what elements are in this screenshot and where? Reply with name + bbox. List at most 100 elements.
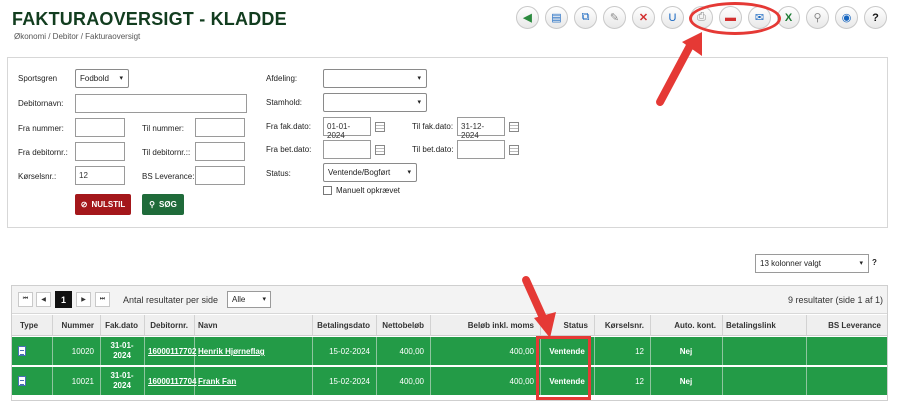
column-divider (52, 337, 53, 365)
column-header[interactable]: Auto. kont. (650, 321, 716, 330)
manuelt-label: Manuelt opkrævet (336, 186, 401, 195)
lock-icon[interactable]: U (661, 6, 684, 29)
pager: ⏮ ◀ 1 ▶ ⏭ Antal resultater per side Alle… (12, 286, 887, 314)
til-bet-dato-label: Til bet.dato: (412, 145, 454, 154)
til-bet-dato-input[interactable] (457, 140, 505, 159)
delete-icon[interactable]: ✕ (632, 6, 655, 29)
cancel-circle-icon: ⊘ (80, 200, 88, 209)
fak-dato-line: 2024 (113, 381, 131, 390)
navn-cell[interactable]: Frank Fan (194, 377, 306, 386)
sportsgren-select[interactable]: Fodbold ▾ (75, 69, 129, 88)
columns-select[interactable]: 13 kolonner valgt ▾ (755, 254, 869, 273)
netto-cell: 400,00 (399, 347, 424, 356)
document-icon[interactable] (18, 346, 26, 356)
kerselsnr-cell: 12 (635, 347, 644, 356)
afdeling-select[interactable]: ▾ (323, 69, 427, 88)
til-fak-dato-input[interactable]: 31-12-2024 (457, 117, 505, 140)
columns-help[interactable]: ? (872, 258, 877, 267)
fak-dato-line: 2024 (113, 351, 131, 360)
column-divider (594, 367, 595, 395)
search-button[interactable]: ⚲ SØG (142, 194, 184, 215)
auto-kont-cell: Nej (679, 347, 693, 356)
fra-nummer-input[interactable] (75, 118, 125, 137)
kerselsnr-cell: 12 (635, 377, 644, 386)
til-debitornr-label: Til debitornr.:: (142, 148, 191, 157)
status-select[interactable]: Ventende/Bogført ▾ (323, 163, 417, 182)
next-page-button[interactable]: ▶ (76, 292, 91, 307)
current-page-button[interactable]: 1 (55, 291, 72, 308)
til-debitornr-input[interactable] (195, 142, 245, 161)
edit-icon[interactable]: ✎ (603, 6, 626, 29)
sportsgren-label: Sportsgren (18, 74, 58, 83)
column-divider (100, 367, 101, 395)
til-nummer-input[interactable] (195, 118, 245, 137)
debitornr-cell[interactable]: 16000117702 (144, 347, 197, 356)
column-divider (144, 367, 145, 395)
calendar-icon[interactable] (375, 145, 385, 155)
column-header[interactable]: Fak.dato (100, 321, 138, 330)
search-icon[interactable]: ⚲ (806, 6, 829, 29)
calendar-icon[interactable] (375, 122, 385, 132)
reset-button[interactable]: ⊘ NULSTIL (75, 194, 131, 215)
results-count: 9 resultater (side 1 af 1) (787, 295, 883, 305)
help-icon[interactable]: ? (864, 6, 887, 29)
bs-leverance-label: BS Leverance: (142, 172, 195, 181)
betalingsdato-cell: 15-02-2024 (329, 347, 370, 356)
column-header[interactable]: BS Leverance (806, 321, 881, 330)
red-arrow-icon (656, 32, 702, 106)
column-divider (722, 337, 723, 365)
table-row[interactable]: 31-01- 2024 10021 16000117704 Frank Fan 15-02… (12, 367, 887, 396)
column-header[interactable]: Debitornr. (144, 321, 188, 330)
chevron-down-icon: ▾ (119, 75, 123, 82)
fra-debitornr-input[interactable] (75, 142, 125, 161)
column-header[interactable]: Betalingslink (722, 321, 800, 330)
settings-icon[interactable]: ◉ (835, 6, 858, 29)
calendar-icon[interactable] (509, 145, 519, 155)
highlight-ellipse (689, 2, 781, 35)
document-icon[interactable] (18, 376, 26, 386)
fra-fak-dato-label: Fra fak.dato: (266, 122, 311, 131)
last-page-button[interactable]: ⏭ (95, 292, 110, 307)
status-label: Status: (266, 169, 291, 178)
red-arrow-icon (522, 276, 556, 338)
bs-leverance-input[interactable] (195, 166, 245, 185)
stamhold-select[interactable]: ▾ (323, 93, 427, 112)
kerselsnr-input[interactable]: 12 (75, 166, 125, 185)
fra-fak-dato-input[interactable]: 01-01-2024 (323, 117, 371, 140)
column-divider (100, 315, 101, 335)
column-header[interactable]: Kørselsnr. (594, 321, 644, 330)
column-divider (100, 337, 101, 365)
debitornavn-input[interactable] (75, 94, 247, 113)
debitornr-cell[interactable]: 16000117704 (144, 377, 197, 386)
column-header[interactable]: Navn (194, 321, 306, 330)
per-page-label: Antal resultater per side (123, 295, 219, 305)
column-divider (806, 315, 807, 335)
column-divider (376, 315, 377, 335)
column-header[interactable]: Type (12, 321, 46, 330)
column-divider (806, 367, 807, 395)
chevron-down-icon: ▾ (262, 296, 266, 303)
document-icon[interactable]: ▤ (545, 6, 568, 29)
manuelt-checkbox[interactable] (323, 186, 332, 195)
column-header[interactable]: Nettobeløb (376, 321, 424, 330)
copy-icon[interactable]: ⧉ (574, 6, 597, 29)
column-header[interactable]: Nummer (52, 321, 94, 330)
prev-page-button[interactable]: ◀ (36, 292, 51, 307)
navn-cell[interactable]: Henrik Hjørneflag (194, 347, 306, 356)
per-page-select[interactable]: Alle ▾ (227, 291, 271, 308)
column-divider (430, 337, 431, 365)
table-header: Type Nummer Fak.dato Debitornr. Navn Betaling… (12, 315, 887, 336)
calendar-icon[interactable] (509, 122, 519, 132)
column-divider (194, 337, 195, 365)
fra-bet-dato-input[interactable] (323, 140, 371, 159)
first-page-button[interactable]: ⏮ (18, 292, 33, 307)
column-divider (722, 367, 723, 395)
back-icon[interactable]: ◀ (516, 6, 539, 29)
column-header[interactable]: Betalingsdato (312, 321, 370, 330)
highlight-box (536, 336, 591, 400)
table-row[interactable]: 31-01- 2024 10020 16000117702 Henrik Hjørnef… (12, 337, 887, 366)
column-divider (376, 337, 377, 365)
nummer-cell: 10020 (71, 347, 94, 356)
search-icon: ⚲ (149, 200, 156, 209)
search-button-label: SØG (159, 200, 177, 209)
